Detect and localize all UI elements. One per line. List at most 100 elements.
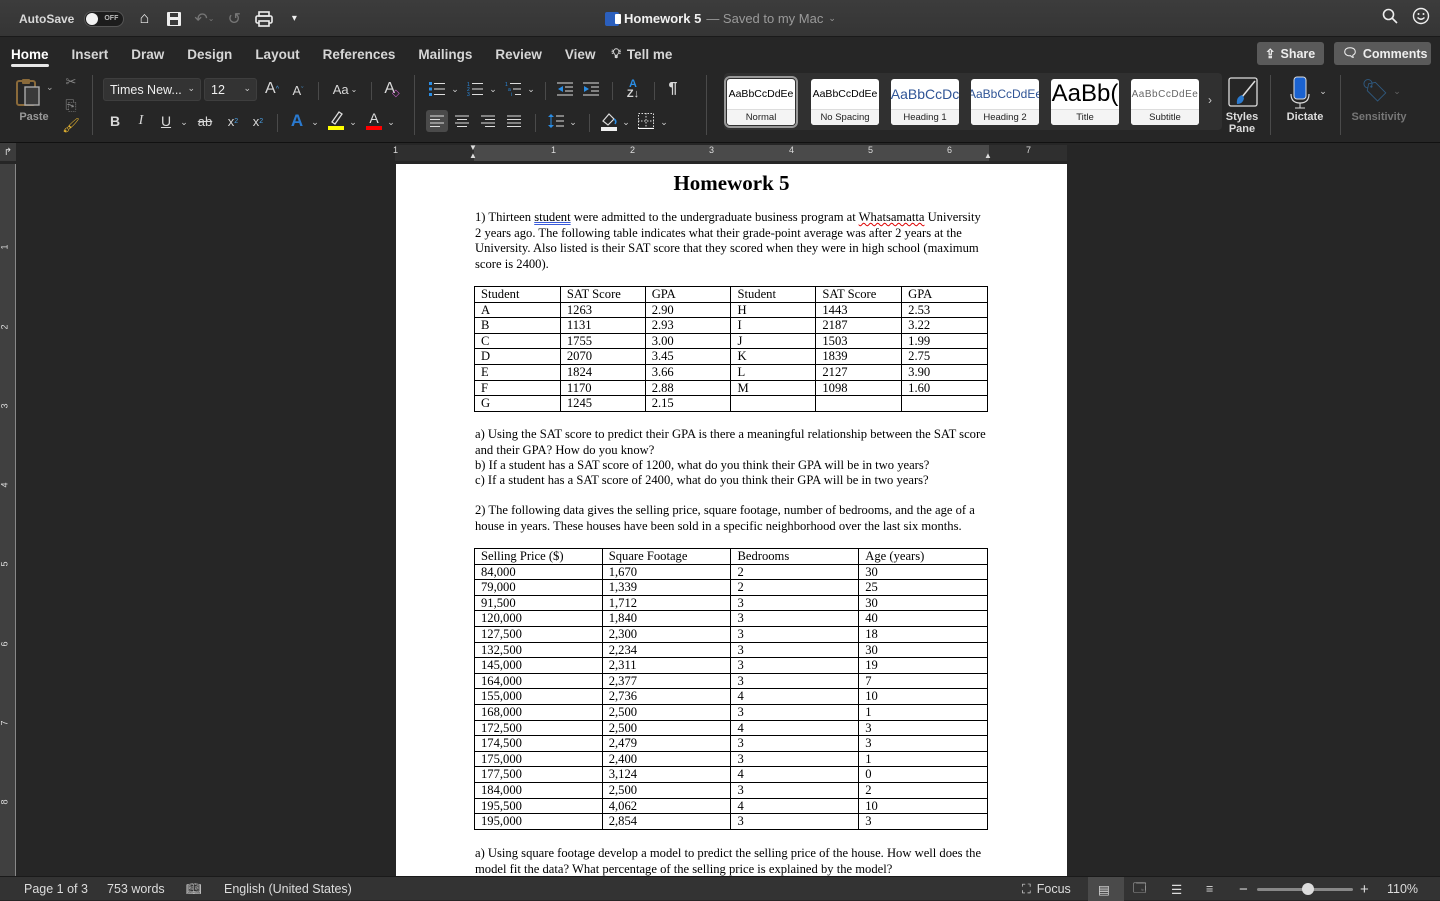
outline-view-icon[interactable]: ☰ xyxy=(1171,877,1182,901)
style-title[interactable]: AaBb(Title xyxy=(1051,79,1119,125)
numbering-chevron[interactable]: ⌄ xyxy=(488,81,498,97)
bullets-chevron[interactable]: ⌄ xyxy=(450,81,460,97)
paste-options-chevron[interactable]: ⌄ xyxy=(46,82,54,93)
underline-icon[interactable]: U xyxy=(158,110,174,132)
font-name-dropdown[interactable]: Times New... ⌄ xyxy=(103,78,201,101)
print-icon[interactable] xyxy=(254,9,274,29)
change-case-icon[interactable]: Aa ⌄ xyxy=(328,79,362,99)
save-icon[interactable] xyxy=(164,9,184,29)
justify-icon[interactable] xyxy=(505,110,523,132)
strikethrough-icon[interactable]: ab xyxy=(195,110,215,132)
word-count[interactable]: 753 words xyxy=(107,877,165,901)
numbering-icon[interactable]: 123 xyxy=(466,79,484,99)
font-color-chevron[interactable]: ⌄ xyxy=(386,112,396,132)
style-normal[interactable]: AaBbCcDdEe Normal xyxy=(724,76,798,128)
question-1-intro: 1) Thirteen student were admitted to the… xyxy=(475,210,981,271)
highlight-chevron[interactable]: ⌄ xyxy=(348,112,358,132)
microphone-icon[interactable] xyxy=(1288,75,1312,111)
tab-selector[interactable]: ↱ xyxy=(0,143,16,161)
grow-font-icon[interactable]: A ^ xyxy=(263,78,281,100)
style-heading-2[interactable]: AaBbCcDdEe Heading 2 xyxy=(971,79,1039,125)
bold-icon[interactable]: B xyxy=(108,110,122,132)
smiley-feedback-icon[interactable] xyxy=(1412,7,1430,30)
tab-view[interactable]: View xyxy=(565,38,596,70)
zoom-level[interactable]: 110% xyxy=(1387,877,1418,901)
document-page[interactable]: Homework 5 1) Thirteen student were admi… xyxy=(396,164,1067,876)
autosave-toggle[interactable]: OFF xyxy=(84,10,125,27)
increase-indent-icon[interactable] xyxy=(582,79,600,99)
decrease-indent-icon[interactable] xyxy=(556,79,574,99)
search-icon[interactable] xyxy=(1382,8,1398,29)
tab-design[interactable]: Design xyxy=(187,38,232,70)
multilevel-list-icon[interactable]: 1ai xyxy=(504,79,522,99)
cut-icon[interactable]: ✂ xyxy=(64,74,78,90)
share-button[interactable]: ⇪ Share xyxy=(1257,42,1324,65)
shading-chevron[interactable]: ⌄ xyxy=(621,112,631,132)
font-size-dropdown[interactable]: 12 ⌄ xyxy=(204,78,257,101)
tab-insert[interactable]: Insert xyxy=(72,38,109,70)
highlight-icon[interactable] xyxy=(326,108,346,132)
style-no-spacing[interactable]: AaBbCcDdEe No Spacing xyxy=(811,79,879,125)
right-indent-marker[interactable]: ▲ xyxy=(984,151,992,160)
customize-quick-access-icon[interactable]: ▾ xyxy=(284,9,304,29)
shrink-font-icon[interactable]: Aˇ xyxy=(290,80,306,100)
grammar-flagged-word[interactable]: student xyxy=(534,210,570,224)
focus-button[interactable]: ⛶ Focus xyxy=(1022,877,1071,901)
home-icon[interactable]: ⌂ xyxy=(134,9,154,29)
page-count[interactable]: Page 1 of 3 xyxy=(24,877,88,901)
paste-icon[interactable] xyxy=(14,76,44,110)
print-layout-icon[interactable]: ▤ xyxy=(1098,877,1110,901)
style-subtitle[interactable]: AaBbCcDdEe Subtitle xyxy=(1131,79,1199,125)
subscript-icon[interactable]: x2 xyxy=(225,110,241,132)
underline-options-chevron[interactable]: ⌄ xyxy=(178,112,190,132)
text-effects-chevron[interactable]: ⌄ xyxy=(310,112,320,132)
web-layout-icon[interactable]: 🗔︎ xyxy=(1133,877,1147,901)
align-right-icon[interactable] xyxy=(479,110,497,132)
tab-review[interactable]: Review xyxy=(495,38,542,70)
tell-me-search[interactable]: 💡︎ Tell me xyxy=(611,46,672,62)
format-painter-icon[interactable]: 🖌︎ xyxy=(62,116,80,134)
borders-icon[interactable] xyxy=(637,110,655,132)
chevron-down-icon[interactable]: ⌄ xyxy=(828,13,836,24)
left-indent-marker[interactable]: ▲ xyxy=(469,151,477,160)
horizontal-ruler[interactable]: ↱ 1 1 2 3 4 5 6 7 ▼ ▲ ▲ xyxy=(0,142,1440,164)
redo-icon[interactable]: ↺ xyxy=(224,9,244,29)
font-color-icon[interactable]: A xyxy=(364,108,384,132)
line-spacing-icon[interactable] xyxy=(546,110,566,132)
superscript-icon[interactable]: x2 xyxy=(250,110,266,132)
align-center-icon[interactable] xyxy=(453,110,471,132)
tab-layout[interactable]: Layout xyxy=(255,38,299,70)
zoom-in-button[interactable]: + xyxy=(1360,877,1369,901)
table-cell: 2127 xyxy=(815,363,903,381)
bullets-icon[interactable] xyxy=(428,79,446,99)
multilevel-list-chevron[interactable]: ⌄ xyxy=(526,81,536,97)
styles-pane-icon[interactable] xyxy=(1227,76,1259,108)
dictate-chevron[interactable]: ⌄ xyxy=(1318,84,1328,98)
undo-icon[interactable]: ↶ ⌄ xyxy=(194,9,214,29)
language-indicator[interactable]: English (United States) xyxy=(224,877,352,901)
sort-icon[interactable]: A Z↓ xyxy=(622,78,644,100)
proofing-icon[interactable]: 📖︎ xyxy=(186,877,202,901)
tab-home[interactable]: Home xyxy=(11,38,49,70)
tab-mailings[interactable]: Mailings xyxy=(418,38,472,70)
document-title-area[interactable]: Homework 5 — Saved to my Mac ⌄ xyxy=(605,0,836,37)
share-icon: ⇪ xyxy=(1265,47,1276,61)
zoom-slider-handle[interactable] xyxy=(1302,883,1315,895)
borders-chevron[interactable]: ⌄ xyxy=(659,112,669,132)
italic-icon[interactable]: I xyxy=(134,110,148,132)
show-formatting-marks-icon[interactable]: ¶ xyxy=(664,78,682,100)
align-left-icon[interactable] xyxy=(426,110,448,132)
tab-references[interactable]: References xyxy=(323,38,396,70)
copy-icon[interactable]: ⎘ xyxy=(62,96,80,114)
misspelled-word[interactable]: Whatsamatta xyxy=(859,210,925,224)
gallery-next-chevron[interactable]: › xyxy=(1208,93,1212,107)
tab-draw[interactable]: Draw xyxy=(131,38,164,70)
clear-formatting-icon[interactable]: A ◇ xyxy=(382,78,402,100)
line-spacing-chevron[interactable]: ⌄ xyxy=(568,112,578,132)
shading-icon[interactable] xyxy=(599,110,619,132)
text-effects-icon[interactable]: A xyxy=(288,110,306,132)
draft-view-icon[interactable]: ≡ xyxy=(1206,877,1213,901)
zoom-out-button[interactable]: − xyxy=(1239,877,1248,901)
style-heading-1[interactable]: AaBbCcDc Heading 1 xyxy=(891,79,959,125)
comments-button[interactable]: 🗨︎ Comments xyxy=(1334,42,1431,65)
